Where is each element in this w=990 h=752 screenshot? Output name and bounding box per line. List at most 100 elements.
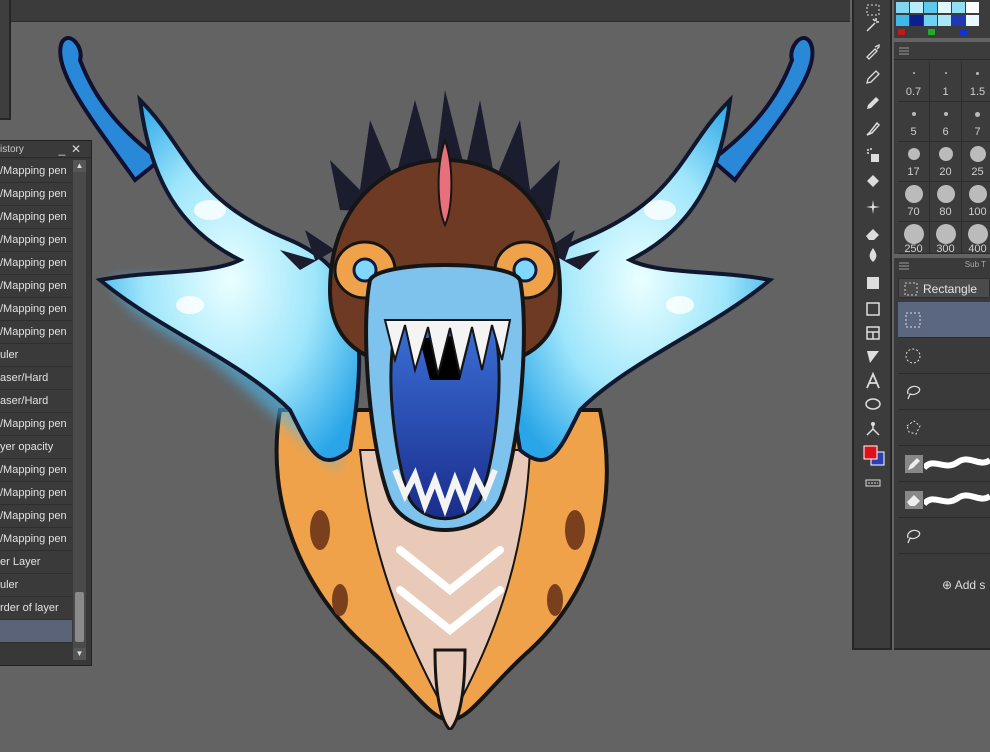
eraser-icon[interactable]: [862, 222, 884, 244]
brush-size-cell[interactable]: 1.5: [962, 62, 990, 102]
pen-icon[interactable]: [862, 66, 884, 88]
history-item[interactable]: aser/Hard: [0, 390, 72, 413]
history-item[interactable]: /Mapping pen: [0, 183, 72, 206]
color-swatch[interactable]: [966, 2, 979, 13]
pencil-icon[interactable]: [862, 92, 884, 114]
sub-tool-polyline[interactable]: [898, 410, 990, 446]
figure-icon[interactable]: [862, 298, 884, 320]
brush-size-panel: 0.7 1 1.5 5 6 7 17 20 25 70 80 100 250 3…: [894, 42, 990, 255]
history-panel: istory _ ✕ /Mapping pen /Mapping pen /Ma…: [0, 140, 92, 666]
color-swatch[interactable]: [898, 29, 905, 35]
canvas-artwork[interactable]: [40, 30, 830, 730]
history-item[interactable]: aser/Hard: [0, 367, 72, 390]
brush-size-cell[interactable]: 70: [898, 182, 930, 222]
history-item[interactable]: /Mapping pen: [0, 413, 72, 436]
sparkle-icon[interactable]: [862, 196, 884, 218]
history-item[interactable]: rder of layer: [0, 597, 72, 620]
history-item[interactable]: /Mapping pen: [0, 528, 72, 551]
color-swatch[interactable]: [960, 29, 967, 35]
color-palette: [894, 0, 990, 38]
history-item[interactable]: /Mapping pen: [0, 321, 72, 344]
history-item[interactable]: /Mapping pen: [0, 275, 72, 298]
balloon-icon[interactable]: [862, 394, 884, 416]
airbrush-icon[interactable]: [862, 144, 884, 166]
stroke-preview: [924, 492, 990, 507]
gradient-icon[interactable]: [862, 272, 884, 294]
menu-icon[interactable]: [899, 47, 909, 55]
sub-tool-lasso[interactable]: [898, 374, 990, 410]
color-swatch[interactable]: [910, 2, 923, 13]
history-item[interactable]: er Layer: [0, 551, 72, 574]
brush-size-cell[interactable]: 0.7: [898, 62, 930, 102]
brush-size-cell[interactable]: 6: [930, 102, 962, 142]
sub-tool-shrink-selection[interactable]: [898, 518, 990, 554]
brush-size-cell[interactable]: 20: [930, 142, 962, 182]
brush-size-cell[interactable]: 250: [898, 222, 930, 255]
eyedropper-icon[interactable]: [862, 40, 884, 62]
sub-tool-rectangle[interactable]: [898, 302, 990, 338]
menu-bar: [0, 0, 850, 22]
brush-size-cell[interactable]: 17: [898, 142, 930, 182]
fill-icon[interactable]: [862, 170, 884, 192]
brush-size-cell[interactable]: 1: [930, 62, 962, 102]
color-swatch[interactable]: [896, 15, 909, 26]
history-item[interactable]: /Mapping pen: [0, 459, 72, 482]
scroll-up-icon[interactable]: ▲: [73, 160, 86, 172]
scroll-down-icon[interactable]: ▼: [73, 648, 86, 660]
color-swatch[interactable]: [924, 2, 937, 13]
lasso-icon: [907, 385, 921, 400]
menu-icon[interactable]: [899, 262, 909, 270]
history-item[interactable]: /Mapping pen: [0, 298, 72, 321]
history-item[interactable]: uler: [0, 344, 72, 367]
brush-size-cell[interactable]: 25: [962, 142, 990, 182]
correct-line-icon[interactable]: [862, 418, 884, 440]
color-swatch[interactable]: [896, 2, 909, 13]
sub-tool-title: Sub T: [964, 260, 986, 269]
add-sub-tool-button[interactable]: ⊕ Add s: [942, 578, 985, 592]
color-swatch[interactable]: [910, 15, 923, 26]
sub-tool-ellipse[interactable]: [898, 338, 990, 374]
sub-tool-selection-eraser[interactable]: [898, 482, 990, 518]
color-swatch[interactable]: [966, 15, 979, 26]
history-list: /Mapping pen /Mapping pen /Mapping pen /…: [0, 160, 72, 643]
minimize-button[interactable]: _: [56, 142, 68, 156]
history-item[interactable]: /Mapping pen: [0, 505, 72, 528]
brush-size-cell[interactable]: 7: [962, 102, 990, 142]
transparent-color-icon[interactable]: [862, 472, 884, 494]
color-swatch[interactable]: [924, 15, 937, 26]
history-scrollbar[interactable]: ▲ ▼: [73, 160, 86, 660]
text-icon[interactable]: [862, 370, 884, 392]
history-item[interactable]: yer opacity: [0, 436, 72, 459]
rectangle-select-icon: [904, 282, 918, 296]
color-swatch[interactable]: [952, 15, 965, 26]
brush-size-cell[interactable]: 80: [930, 182, 962, 222]
scroll-thumb[interactable]: [75, 592, 84, 642]
color-swatch[interactable]: [952, 2, 965, 13]
brush-size-cell[interactable]: 400: [962, 222, 990, 255]
blend-icon[interactable]: [862, 244, 884, 266]
tool-palette: [852, 0, 892, 650]
rectangle-select-icon: [905, 312, 921, 328]
brush-size-cell[interactable]: 300: [930, 222, 962, 255]
magic-wand-icon[interactable]: [862, 14, 884, 36]
close-button[interactable]: ✕: [70, 142, 82, 156]
sub-tool-header: Sub T: [894, 258, 990, 274]
balloon-tail-icon[interactable]: [862, 346, 884, 368]
color-swatches[interactable]: [862, 444, 886, 470]
history-item[interactable]: uler: [0, 574, 72, 597]
color-swatch[interactable]: [938, 2, 951, 13]
color-swatch[interactable]: [938, 15, 951, 26]
history-item-selected[interactable]: [0, 620, 72, 643]
brush-icon[interactable]: [862, 118, 884, 140]
history-item[interactable]: /Mapping pen: [0, 482, 72, 505]
history-item[interactable]: /Mapping pen: [0, 229, 72, 252]
frame-icon[interactable]: [862, 322, 884, 344]
sub-tool-current-label: Rectangle: [923, 282, 978, 296]
history-item[interactable]: /Mapping pen: [0, 206, 72, 229]
brush-size-cell[interactable]: 5: [898, 102, 930, 142]
history-item[interactable]: /Mapping pen: [0, 160, 72, 183]
color-swatch[interactable]: [928, 29, 935, 35]
sub-tool-selection-pen[interactable]: [898, 446, 990, 482]
brush-size-cell[interactable]: 100: [962, 182, 990, 222]
history-item[interactable]: /Mapping pen: [0, 252, 72, 275]
